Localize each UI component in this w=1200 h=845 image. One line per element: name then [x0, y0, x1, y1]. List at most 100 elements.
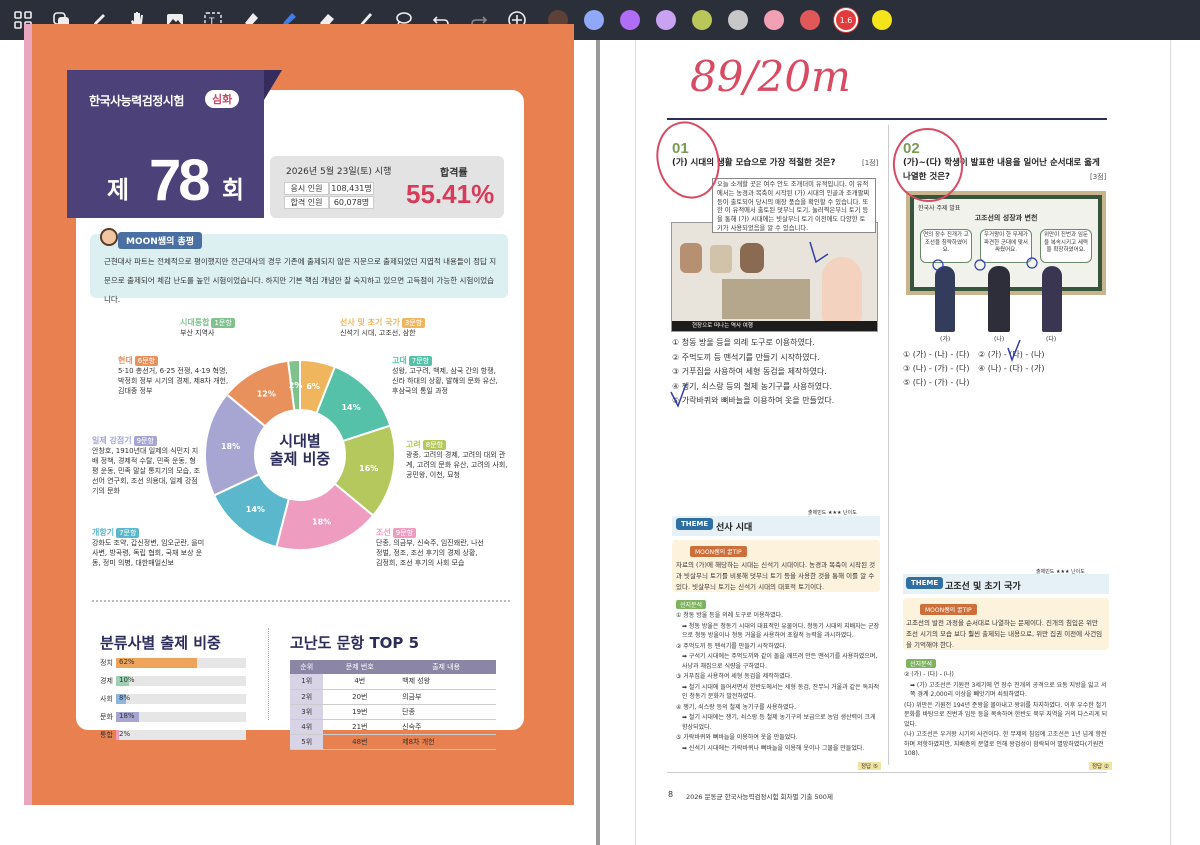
color-swatch[interactable] [728, 10, 748, 30]
era-category: 고대 7문항 성왕, 고구려, 백제, 삼국 간의 항쟁, 신라 하대의 상황, 발… [392, 356, 500, 396]
theme2-title: 고조선 및 초기 국가 [945, 582, 1021, 592]
level-badge: 심화 [205, 90, 240, 108]
theme1-frequency: 출제빈도 ★★★ 난이도 [808, 510, 857, 516]
theme1-label: THEME [676, 518, 714, 530]
theme2-answer: 정답 ② [1089, 762, 1112, 770]
table-cell: 21번 [323, 719, 397, 735]
theme1-analysis-label: 선지분석 [676, 600, 707, 609]
color-swatch[interactable] [584, 10, 604, 30]
analysis-line: ➡ 철기 시대에는 쟁기, 쇠스랑 등 철제 농기구의 보급으로 농업 생산력이… [682, 714, 876, 731]
analysis-line: ➡ (가) 고조선은 기원전 3세기에 연 장수 진개의 공격으로 요동 지방을… [910, 681, 1107, 699]
era-name: 시대통합 [180, 318, 210, 327]
difficulty-title: 고난도 문항 TOP 5 [290, 634, 420, 652]
circle-mark [656, 121, 720, 199]
table-header-cell: 출제 내용 [396, 660, 496, 674]
table-header-cell: 순위 [290, 660, 324, 674]
donut-slice-label: 2% [289, 381, 303, 390]
donut-slice-label: 12% [257, 390, 276, 399]
passed-row: 합격 인원 60,078명 [284, 196, 374, 209]
era-name: 개항기 [92, 528, 115, 537]
applicants-value: 108,431명 [329, 182, 374, 195]
section-divider [92, 600, 510, 602]
pen-size-label: 1.6 [839, 15, 853, 25]
donut-slice-label: 16% [359, 464, 378, 473]
donut-center-label: 시대별 출제 비중 [265, 432, 335, 468]
exam-date: 2026년 5월 23일(토) 시행 [286, 167, 392, 177]
era-topics: 단종, 의금부, 신숙주, 임진왜란, 나선 정벌, 정조, 조선 후기의 경제… [376, 539, 484, 567]
theme1-tip-text: 자료의 (가)에 해당하는 시대는 신석기 시대이다. 농경과 목축이 시작된 … [676, 561, 876, 591]
color-swatch[interactable] [692, 10, 712, 30]
pen-mark [974, 259, 986, 271]
theme1-answer: 정답 ⑤ [858, 762, 881, 770]
bar-percent: 8% [119, 694, 131, 702]
table-cell: 백제 성왕 [396, 674, 496, 690]
donut-slice-label: 6% [306, 382, 320, 391]
pen-mark [1026, 257, 1038, 269]
theme2-tip-text: 고조선의 발전 과정을 순서대로 나열하는 문제이다. 진개의 침입은 위만 조… [906, 619, 1103, 649]
bar-track: 18% [116, 712, 246, 722]
applicants-row: 응시 인원 108,431명 [284, 182, 374, 195]
era-name: 선사 및 초기 국가 [340, 318, 400, 327]
exam-banner: 한국사능력검정시험 심화 제 78 회 [67, 70, 282, 218]
era-category: 조선 9문항 단종, 의금부, 신숙주, 임진왜란, 나선 정벌, 정조, 조선 후… [376, 528, 486, 568]
classification-bar: 사회 8% [100, 694, 246, 704]
review-text: 근현대사 파트는 전체적으로 평이했지만 전근대사의 경우 기존에 출제되지 않… [104, 257, 497, 304]
analysis-line: (다) 위만은 기원전 194년 준왕을 몰아내고 왕위를 차지하였다. 이후 … [904, 701, 1108, 728]
pen-mark [932, 259, 944, 271]
color-swatch[interactable] [764, 10, 784, 30]
era-category: 일제 강점기 9문항 안창호, 1910년대 일제의 식민지 지배 정책, 경제적 … [92, 436, 202, 496]
checkmark [670, 383, 687, 408]
table-cell: 1위 [290, 674, 324, 690]
pen-mark [809, 241, 829, 264]
color-swatch[interactable] [872, 10, 892, 30]
analysis-line: ➡ 신석기 시대에는 가락바퀴나 뼈바늘을 이용해 옷이나 그물을 만들었다. [682, 744, 865, 752]
era-count-badge: 7문항 [408, 356, 433, 366]
table-cell: 4번 [323, 674, 397, 690]
difficulty-table: 순위 문제 번호 출제 내용 1위 4번 백제 성왕 2위 20번 의금부 3위 19번 단종 4위 2… [290, 660, 496, 750]
classification-title: 분류사별 출제 비중 [100, 634, 221, 652]
donut-slice-label: 18% [312, 518, 331, 527]
analysis-line: ① 청동 방울 등을 의례 도구로 이용하였다. [676, 612, 784, 619]
classification-bar: 경제 10% [100, 676, 246, 686]
era-category: 시대통합 1문항 부산 지역사 [180, 318, 260, 338]
era-count-badge: 6문항 [134, 356, 159, 366]
circle-mark [892, 128, 964, 202]
analysis-line: ➡ 구석기 시대에는 주먹도끼와 같이 돌을 깨뜨려 만든 뗀석기를 사용하였으… [682, 653, 878, 670]
table-row: 1위 4번 백제 성왕 [290, 674, 496, 690]
color-palette: 1.6 [548, 10, 908, 30]
footer-rule [667, 772, 1107, 773]
color-swatch[interactable]: 1.6 [836, 10, 856, 30]
theme2-analysis-label: 선지분석 [906, 659, 937, 668]
table-cell: 2위 [290, 689, 324, 705]
color-swatch[interactable] [800, 10, 820, 30]
color-swatch[interactable] [620, 10, 640, 30]
exam-title: 한국사능력검정시험 [89, 94, 184, 108]
donut-slice-label: 18% [221, 442, 240, 451]
era-name: 고대 [392, 356, 407, 365]
analysis-line: ➡ 청동 방울은 청동기 시대의 대표적인 유물이다. 청동기 시대의 지배자는… [682, 622, 880, 640]
bar-track: 62% [116, 658, 246, 668]
bar-percent: 2% [119, 730, 131, 738]
table-cell: 단종 [396, 704, 496, 720]
era-count-badge: 1문항 [211, 318, 235, 328]
era-topics: 안창호, 1910년대 일제의 식민지 지배 정책, 경제적 수탈, 민족 운동… [92, 447, 200, 495]
analysis-line: ③ 거푸집을 사용하여 세형 동검을 제작하였다. [676, 673, 793, 680]
classification-bar: 문화 18% [100, 712, 246, 722]
difficulty-header: 순위 문제 번호 출제 내용 [290, 660, 496, 674]
analysis-line: ② (가) - (다) - (나) [904, 671, 954, 678]
table-cell: 5위 [290, 734, 324, 750]
theme1-analysis: ① 청동 방울 등을 의례 도구로 이용하였다. ➡ 청동 방울은 청동기 시대의… [676, 611, 880, 754]
review-label: MOON쌤의 총평 [118, 232, 203, 249]
color-swatch[interactable] [656, 10, 676, 30]
bar-percent: 62% [119, 658, 135, 666]
era-count-badge: 9문항 [392, 528, 417, 538]
table-row: 4위 21번 신숙주 [290, 719, 496, 735]
round-number: 78 [149, 148, 210, 213]
era-topics: 신석기 시대, 고조선, 삼한 [340, 329, 416, 337]
era-count-badge: 3문항 [401, 318, 426, 328]
page-edge-strip [24, 24, 32, 805]
era-name: 조선 [376, 528, 391, 537]
bar-track: 8% [116, 694, 246, 704]
donut-slice-label: 14% [341, 403, 360, 412]
round-suffix: 회 [222, 176, 245, 204]
